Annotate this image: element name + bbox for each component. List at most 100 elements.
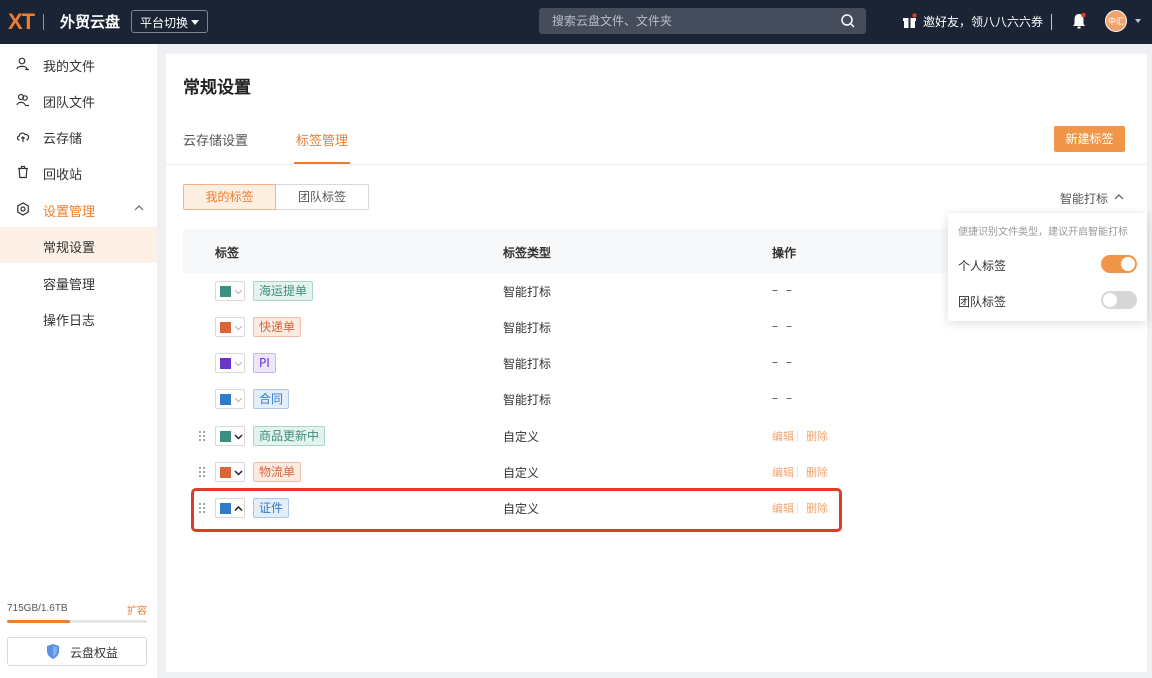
color-swatch: [220, 358, 231, 369]
team-tags-label: 团队标签: [958, 295, 1007, 309]
tag-chip: PI: [253, 353, 276, 373]
tag-chip: 商品更新中: [253, 426, 326, 446]
sidebar-item-label: 云存储: [43, 132, 83, 147]
table-row: 商品更新中 自定义 编辑 删除: [183, 418, 1133, 454]
search-input[interactable]: [539, 8, 834, 34]
column-header-tag-type: 标签类型: [503, 246, 552, 260]
action-divider: [797, 466, 798, 477]
sidebar-item-label: 团队文件: [43, 96, 96, 111]
switch-knob: [1103, 293, 1117, 307]
table-row: PI 智能打标 – –: [183, 345, 1133, 381]
avatar[interactable]: 中汇: [1105, 10, 1127, 32]
platform-switch-button[interactable]: 平台切换: [131, 10, 208, 33]
sidebar-item-my-files[interactable]: 我的文件: [0, 46, 157, 82]
caret-down-icon: [191, 20, 199, 25]
sidebar-subitem-label: 容量管理: [43, 278, 96, 293]
avatar-caret-icon[interactable]: [1135, 19, 1141, 23]
color-select[interactable]: [215, 426, 245, 446]
sidebar: 我的文件 团队文件 云存储 回收站 设置管理 常规设置 容量管理 操作日志 71…: [0, 44, 157, 678]
shield-icon: [47, 644, 59, 659]
sidebar-subitem-label: 常规设置: [43, 241, 96, 256]
sidebar-item-settings[interactable]: 设置管理: [0, 191, 157, 227]
color-select[interactable]: [215, 317, 245, 337]
sidebar-item-cloud-storage[interactable]: 云存储: [0, 118, 157, 154]
tab-cloud-storage-settings[interactable]: 云存储设置: [183, 130, 248, 149]
sidebar-item-label: 回收站: [43, 168, 83, 183]
tag-chip: 物流单: [253, 462, 302, 482]
storage-progress-fill: [7, 620, 70, 623]
cloud-rights-button[interactable]: 云盘权益: [7, 637, 147, 666]
table-row: 合同 智能打标 – –: [183, 381, 1133, 417]
color-select[interactable]: [215, 281, 245, 301]
edit-link[interactable]: 编辑: [772, 464, 794, 480]
segment-team-tags[interactable]: 团队标签: [276, 184, 369, 210]
sidebar-item-team-files[interactable]: 团队文件: [0, 82, 157, 118]
color-swatch: [220, 467, 231, 478]
tag-type: 智能打标: [503, 393, 552, 407]
personal-tags-switch[interactable]: [1101, 255, 1137, 273]
storage-progress-bar: [7, 620, 147, 623]
tag-chip: 快递单: [253, 317, 302, 337]
color-swatch: [220, 322, 231, 333]
tab-tag-management[interactable]: 标签管理: [296, 130, 348, 149]
color-select[interactable]: [215, 389, 245, 409]
team-tags-switch[interactable]: [1101, 291, 1137, 309]
personal-tags-label: 个人标签: [958, 259, 1007, 273]
trash-icon: [18, 165, 28, 179]
search-icon[interactable]: [840, 13, 856, 29]
expand-storage-link[interactable]: 扩容: [127, 602, 147, 617]
tag-type: 自定义: [503, 466, 540, 480]
bell-icon[interactable]: [1071, 12, 1087, 30]
settings-icon: [17, 202, 29, 216]
chevron-down-icon: [234, 325, 243, 331]
storage-usage-text: 715GB/1.6TB: [7, 603, 68, 614]
search-box[interactable]: [539, 8, 866, 34]
invite-text[interactable]: 邀好友，领八八六六券: [923, 13, 1043, 30]
sidebar-subitem-general-settings[interactable]: 常规设置: [0, 227, 157, 263]
gift-icon: [903, 13, 917, 28]
popover-hint: 便捷识别文件类型，建议开启智能打标: [958, 227, 1128, 238]
chevron-down-icon: [234, 361, 243, 367]
delete-link[interactable]: 删除: [806, 464, 828, 480]
smart-tagging-popover: 便捷识别文件类型，建议开启智能打标 个人标签 团队标签: [948, 213, 1147, 321]
sidebar-subitem-operation-log[interactable]: 操作日志: [0, 300, 157, 336]
chevron-up-icon[interactable]: [134, 204, 144, 212]
sidebar-subitem-capacity[interactable]: 容量管理: [0, 264, 157, 300]
switch-knob: [1121, 257, 1135, 271]
column-header-tag: 标签: [215, 246, 240, 260]
color-swatch: [220, 286, 231, 297]
chevron-down-icon: [234, 289, 243, 295]
color-swatch: [220, 431, 231, 442]
highlight-annotation: [191, 488, 842, 532]
tag-type: 智能打标: [503, 285, 552, 299]
no-action-placeholder: – –: [772, 391, 794, 405]
color-select[interactable]: [215, 353, 245, 373]
tag-chip: 合同: [253, 389, 290, 409]
no-action-placeholder: – –: [772, 319, 794, 333]
user-file-icon: [16, 57, 29, 71]
sidebar-item-recycle-bin[interactable]: 回收站: [0, 154, 157, 190]
app-name: 外贸云盘: [60, 13, 121, 31]
logo-divider: [43, 14, 44, 30]
main-panel: 常规设置 云存储设置 标签管理 新建标签 我的标签 团队标签 智能打标 标签 标…: [166, 54, 1147, 672]
team-file-icon: [16, 93, 29, 107]
tag-type: 自定义: [503, 430, 540, 444]
sidebar-item-label: 我的文件: [43, 60, 96, 75]
delete-link[interactable]: 删除: [806, 428, 828, 444]
sidebar-subitem-label: 操作日志: [43, 314, 96, 329]
tag-chip: 海运提单: [253, 281, 314, 301]
drag-handle-icon[interactable]: [198, 466, 206, 478]
chevron-up-icon: [1114, 194, 1124, 200]
no-action-placeholder: – –: [772, 355, 794, 369]
new-tag-button[interactable]: 新建标签: [1054, 126, 1125, 152]
segment-my-tags[interactable]: 我的标签: [183, 184, 276, 210]
color-swatch: [220, 394, 231, 405]
smart-tagging-toggle[interactable]: 智能打标: [1060, 190, 1124, 207]
sidebar-item-label: 设置管理: [43, 205, 96, 220]
chevron-down-icon: [234, 470, 243, 476]
platform-switch-label: 平台切换: [140, 16, 189, 30]
color-select[interactable]: [215, 462, 245, 482]
table-row: 物流单 自定义 编辑 删除: [183, 454, 1133, 490]
drag-handle-icon[interactable]: [198, 430, 206, 442]
edit-link[interactable]: 编辑: [772, 428, 794, 444]
